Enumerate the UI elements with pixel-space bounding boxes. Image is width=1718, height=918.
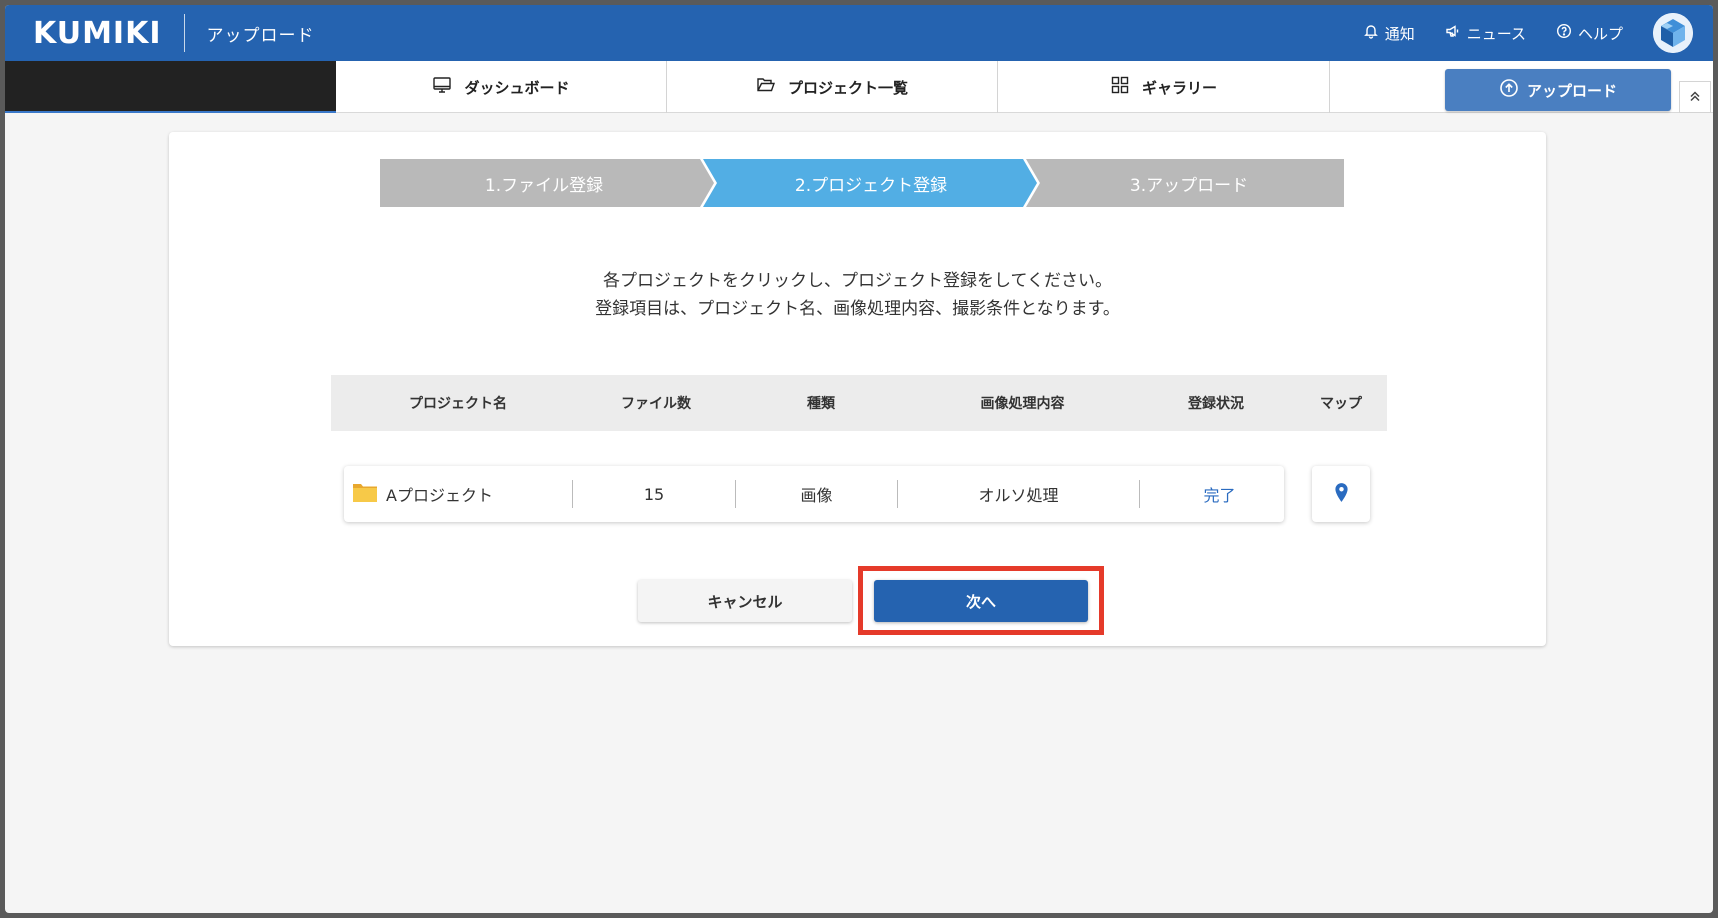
upload-button[interactable]: アップロード [1445,69,1671,111]
tab-gallery[interactable]: ギャラリー [998,61,1330,113]
help-button[interactable]: ヘルプ [1556,23,1623,44]
header-actions: 通知 ニュース ヘルプ [1363,13,1693,53]
cloud-upload-icon [1499,78,1519,102]
instruction-line-2: 登録項目は、プロジェクト名、画像処理内容、撮影条件となります。 [595,299,1120,319]
tab-dashboard[interactable]: ダッシュボード [336,61,667,113]
map-pin-icon [1334,482,1349,507]
column-header-processing: 画像処理内容 [980,396,1065,412]
page-title: アップロード [206,25,315,46]
tab-project-list[interactable]: プロジェクト一覧 [667,61,998,113]
main-navigation: ダッシュボード プロジェクト一覧 ギャラリー アップロード [5,61,1713,113]
tab-dashboard-label: ダッシュボード [464,78,570,97]
processing-cell: オルソ処理 [978,486,1059,505]
registration-card: 1.ファイル登録 2.プロジェクト登録 3.アップロード 各プロジェクトをクリッ… [169,132,1546,646]
monitor-icon [432,75,452,99]
collapse-header-button[interactable] [1679,81,1711,113]
help-circle-icon [1556,23,1572,43]
step-2-label: 2.プロジェクト登録 [794,175,948,196]
notification-label: 通知 [1384,24,1415,43]
step-1-label: 1.ファイル登録 [484,175,604,196]
project-name-cell: Aプロジェクト [352,466,572,522]
instruction-text: 各プロジェクトをクリックし、プロジェクト登録をしてください。 登録項目は、プロジ… [169,267,1546,323]
progress-stepper: 1.ファイル登録 2.プロジェクト登録 3.アップロード [380,159,1344,207]
column-header-type: 種類 [807,396,835,412]
table-header: プロジェクト名 ファイル数 種類 画像処理内容 登録状況 マップ [331,375,1387,431]
tab-project-list-label: プロジェクト一覧 [787,78,908,97]
column-header-file-count: ファイル数 [621,396,691,412]
notification-button[interactable]: 通知 [1363,23,1415,44]
user-avatar[interactable] [1653,13,1693,53]
project-row[interactable]: Aプロジェクト 15 画像 オルソ処理 完了 [344,466,1284,522]
app-window: KUMIKI アップロード 通知 ニュース ヘルプ ダッシュボード プロジェクト… [5,5,1713,913]
type-cell: 画像 [800,486,833,505]
upload-button-label: アップロード [1526,81,1617,100]
megaphone-icon [1445,23,1461,43]
grid-icon [1110,75,1130,99]
project-name: Aプロジェクト [386,486,493,505]
nav-side-block [5,61,336,113]
app-logo[interactable]: KUMIKI [33,16,162,51]
app-header: KUMIKI アップロード 通知 ニュース ヘルプ [5,5,1713,61]
instruction-line-1: 各プロジェクトをクリックし、プロジェクト登録をしてください。 [603,271,1112,291]
column-header-status: 登録状況 [1188,396,1244,412]
folder-icon [352,481,378,507]
header-divider [183,14,185,52]
step-3-label: 3.アップロード [1129,175,1249,196]
column-header-project-name: プロジェクト名 [409,396,507,412]
bell-icon [1363,23,1379,43]
status-cell[interactable]: 完了 [1140,466,1299,522]
map-button[interactable] [1312,466,1370,522]
next-button[interactable]: 次へ [874,580,1088,622]
file-count-cell: 15 [643,484,665,504]
chevron-double-up-icon [1688,88,1702,107]
tab-gallery-label: ギャラリー [1141,78,1217,97]
cancel-button[interactable]: キャンセル [638,580,852,622]
column-header-map: マップ [1320,396,1362,412]
news-label: ニュース [1466,24,1526,43]
news-button[interactable]: ニュース [1445,23,1526,44]
folder-open-icon [756,75,776,99]
help-label: ヘルプ [1577,24,1623,43]
